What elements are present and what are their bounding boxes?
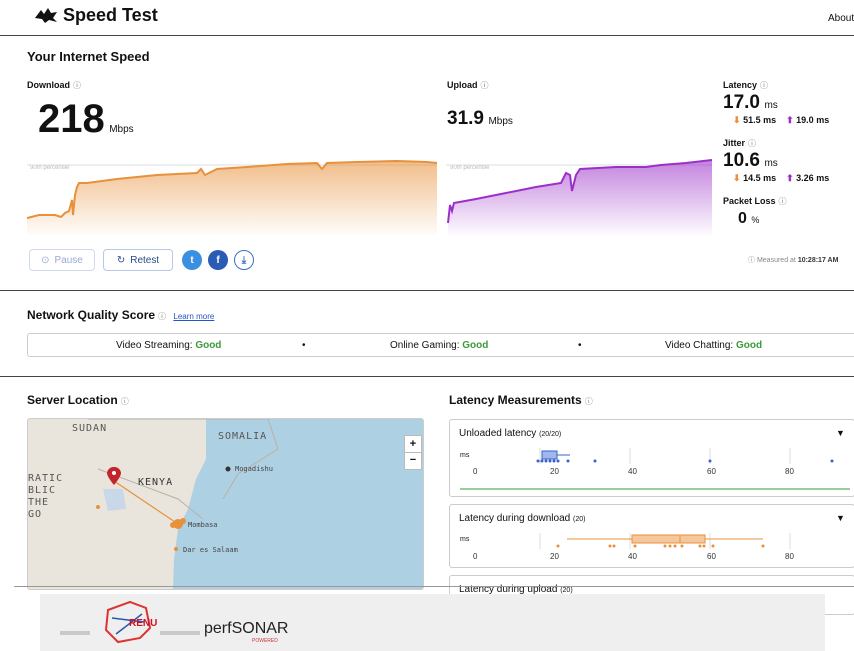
unloaded-latency-card: Unloaded latency (20/20) ▼ ms 0 20 40 60… (449, 419, 854, 497)
separator-dot: • (302, 340, 306, 351)
info-icon: ⓘ (584, 397, 593, 406)
axis-tick: 60 (707, 467, 716, 476)
latency-measurements-title: Latency Measurements ⓘ (449, 393, 593, 407)
learn-more-link[interactable]: Learn more (173, 312, 214, 321)
overlay-divider (14, 586, 854, 587)
pause-icon: ⊙ (41, 254, 50, 266)
download-label: Download ⓘ (27, 80, 81, 90)
axis-tick: 80 (785, 552, 794, 561)
download-chart (27, 159, 437, 235)
map-marker-icon[interactable] (107, 467, 121, 485)
info-icon: ⓘ (760, 81, 769, 90)
map-label-mogadishu: Mogadishu (235, 465, 273, 473)
info-icon: ⓘ (748, 257, 757, 264)
map-label-sudan: SUDAN (72, 423, 108, 434)
speed-divider (0, 290, 854, 291)
latency-breakdown: ⬇ 51.5 ms ⬆ 19.0 ms (733, 115, 830, 125)
info-icon: ⓘ (120, 397, 129, 406)
card-title: Latency during download (20) (459, 513, 586, 524)
axis-tick: 40 (628, 552, 637, 561)
chevron-down-icon[interactable]: ▼ (836, 513, 845, 523)
upload-value: 31.9 Mbps (447, 108, 513, 129)
server-map[interactable]: SUDAN SOMALIA KENYA Mogadishu Mombasa Da… (27, 418, 424, 590)
footer-bar: RENU perfSONAR POWERED (40, 594, 825, 651)
info-icon: ⓘ (748, 139, 757, 148)
packet-loss-value: 0 % (738, 210, 760, 227)
map-label-go: GO (28, 509, 43, 520)
download-latency-card: Latency during download (20) ▼ ms 0 20 4… (449, 504, 854, 568)
pause-button[interactable]: ⊙ Pause (29, 249, 95, 271)
card-title: Unloaded latency (20/20) (459, 428, 562, 439)
renu-logo-text: RENU (129, 618, 158, 629)
video-chatting-score: Video Chatting: Good (665, 340, 763, 351)
network-quality-bar: Video Streaming: Good • Online Gaming: G… (27, 333, 854, 357)
axis-tick: 80 (785, 467, 794, 476)
perfsonar-powered: POWERED (252, 638, 278, 644)
retest-button[interactable]: ↻ Retest (103, 249, 173, 271)
info-icon: ⓘ (480, 81, 489, 90)
axis-tick: 0 (473, 467, 478, 476)
server-location-title: Server Location ⓘ (27, 393, 129, 407)
download-arrow-icon: ⬇ (733, 115, 741, 125)
map-label-mombasa: Mombasa (188, 521, 218, 529)
video-streaming-score: Video Streaming: Good (116, 340, 222, 351)
upload-arrow-icon: ⬆ (786, 115, 794, 125)
about-link[interactable]: About (828, 13, 854, 24)
download-value: 218 Mbps (38, 97, 134, 141)
retest-icon: ↻ (116, 254, 126, 266)
latency-label: Latency ⓘ (723, 80, 769, 90)
axis-tick: 0 (473, 552, 478, 561)
upload-label: Upload ⓘ (447, 80, 489, 90)
online-gaming-score: Online Gaming: Good (390, 340, 489, 351)
download-icon[interactable]: ⤓ (234, 250, 254, 270)
upload-arrow-icon: ⬆ (786, 173, 794, 183)
latency-value: 17.0 ms (723, 92, 778, 113)
map-label-dar-es-salaam: Dar es Salaam (183, 546, 238, 554)
info-icon: ⓘ (73, 81, 81, 90)
axis-tick: 60 (707, 552, 716, 561)
jitter-value: 10.6 ms (723, 150, 778, 171)
map-label-blic: BLIC (28, 485, 57, 496)
packet-loss-label: Packet Loss ⓘ (723, 196, 787, 206)
network-quality-title: Network Quality Score ⓘ Learn more (27, 308, 215, 322)
info-icon: ⓘ (158, 312, 167, 321)
twitter-icon[interactable]: t (182, 250, 202, 270)
perfsonar-logo: perfSONAR (204, 620, 289, 637)
map-label-the: THE (28, 497, 50, 508)
map-label-somalia: SOMALIA (218, 431, 268, 442)
separator-dot: • (578, 340, 582, 351)
map-label-ratic: RATIC (28, 473, 64, 484)
facebook-icon[interactable]: f (208, 250, 228, 270)
axis-tick: 40 (628, 467, 637, 476)
map-label-kenya: KENYA (138, 477, 174, 488)
download-arrow-icon: ⬇ (733, 173, 741, 183)
quality-divider (0, 376, 854, 377)
zoom-in-icon[interactable]: + (404, 435, 422, 453)
app-title: Speed Test (63, 5, 158, 25)
cloudflare-logo (35, 8, 57, 23)
header-divider (0, 35, 854, 36)
axis-tick: 20 (550, 467, 559, 476)
chevron-down-icon[interactable]: ▼ (836, 428, 845, 438)
info-icon: ⓘ (778, 197, 787, 206)
download-latency-boxplot (539, 533, 791, 549)
zoom-out-icon[interactable]: − (404, 452, 422, 470)
jitter-label: Jitter ⓘ (723, 138, 757, 148)
axis-tick: 20 (550, 552, 559, 561)
measured-at: ⓘ Measured at 10:28:17 AM (748, 257, 839, 264)
upload-chart (446, 159, 712, 235)
speed-section-title: Your Internet Speed (27, 49, 150, 64)
jitter-breakdown: ⬇ 14.5 ms ⬆ 3.26 ms (733, 173, 830, 183)
